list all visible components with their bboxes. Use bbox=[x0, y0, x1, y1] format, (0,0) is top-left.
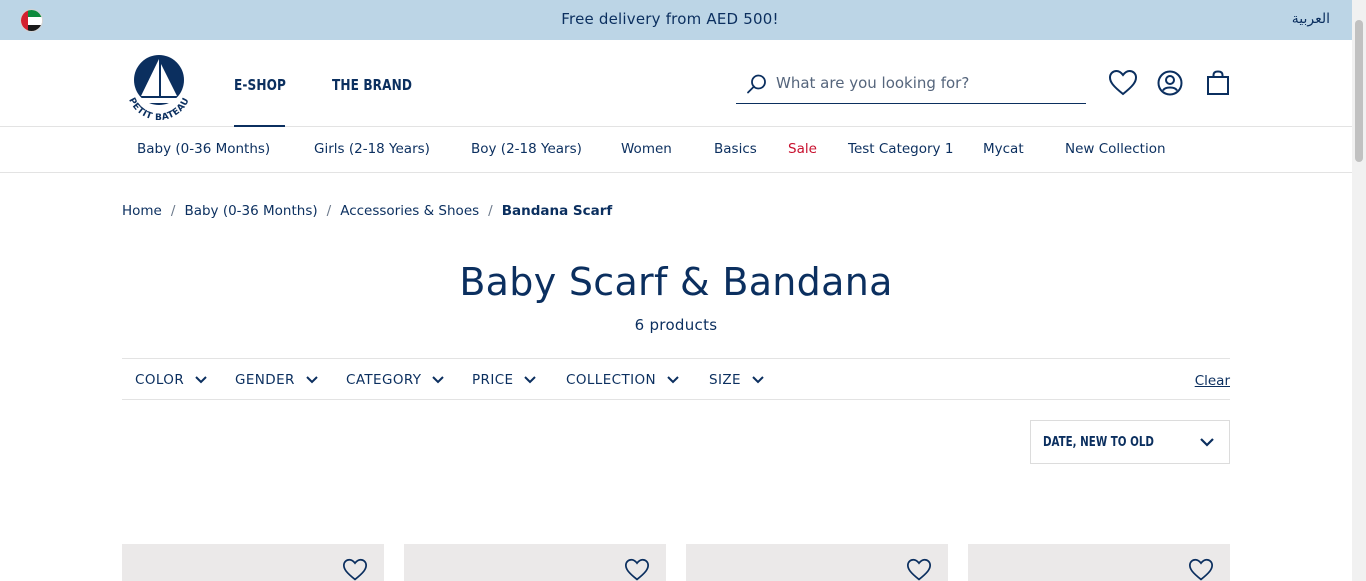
breadcrumb: Home / Baby (0-36 Months) / Accessories & Sh… bbox=[122, 203, 612, 219]
filter-label: GENDER bbox=[235, 372, 295, 388]
chevron-down-icon bbox=[752, 376, 764, 384]
breadcrumb-accessories[interactable]: Accessories & Shoes bbox=[340, 203, 479, 219]
scrollbar-thumb[interactable] bbox=[1355, 20, 1363, 162]
site-header: PETIT BATEAU E-SHOP THE BRAND bbox=[0, 40, 1352, 127]
breadcrumb-baby[interactable]: Baby (0-36 Months) bbox=[184, 203, 317, 219]
sort-label: DATE, NEW TO OLD bbox=[1043, 435, 1154, 450]
category-girls[interactable]: Girls (2-18 Years) bbox=[314, 141, 430, 157]
chevron-down-icon bbox=[524, 376, 537, 384]
filter-label: PRICE bbox=[472, 372, 514, 388]
filter-label: SIZE bbox=[709, 372, 741, 388]
category-nav: Baby (0-36 Months) Girls (2-18 Years) Bo… bbox=[0, 127, 1352, 173]
product-card[interactable] bbox=[968, 544, 1230, 581]
search-input[interactable] bbox=[776, 71, 1076, 95]
bag-icon[interactable] bbox=[1206, 70, 1230, 96]
search-icon[interactable] bbox=[746, 73, 768, 95]
wishlist-heart-icon[interactable] bbox=[906, 558, 932, 581]
sort-dropdown[interactable]: DATE, NEW TO OLD bbox=[1030, 420, 1230, 464]
filter-price[interactable]: PRICE bbox=[472, 372, 537, 388]
product-card[interactable] bbox=[122, 544, 384, 581]
filter-collection[interactable]: COLLECTION bbox=[566, 372, 680, 388]
nav-eshop[interactable]: E-SHOP bbox=[234, 76, 286, 94]
heart-icon[interactable] bbox=[1108, 69, 1138, 97]
product-count: 6 products bbox=[634, 316, 718, 334]
category-mycat[interactable]: Mycat bbox=[983, 141, 1024, 157]
page-title: Baby Scarf & Bandana bbox=[459, 260, 893, 304]
filter-category[interactable]: CATEGORY bbox=[346, 372, 445, 388]
breadcrumb-current: Bandana Scarf bbox=[501, 203, 613, 219]
brand-logo[interactable]: PETIT BATEAU bbox=[121, 50, 197, 123]
clear-filters-link[interactable]: Clear bbox=[1195, 373, 1230, 389]
breadcrumb-home[interactable]: Home bbox=[122, 203, 162, 219]
breadcrumb-separator: / bbox=[170, 203, 176, 219]
chevron-down-icon bbox=[1200, 438, 1214, 447]
breadcrumb-separator: / bbox=[326, 203, 332, 219]
filter-bar: COLOR GENDER CATEGORY PRICE COLLECTION S… bbox=[122, 358, 1230, 400]
filter-label: COLLECTION bbox=[566, 372, 657, 388]
chevron-down-icon bbox=[667, 376, 679, 384]
filter-gender[interactable]: GENDER bbox=[235, 372, 319, 388]
category-sale[interactable]: Sale bbox=[788, 141, 817, 157]
filter-size[interactable]: SIZE bbox=[709, 372, 765, 388]
scrollbar[interactable] bbox=[1352, 0, 1366, 581]
breadcrumb-separator: / bbox=[488, 203, 493, 219]
category-basics[interactable]: Basics bbox=[714, 141, 757, 157]
category-baby[interactable]: Baby (0-36 Months) bbox=[137, 141, 270, 157]
filter-color[interactable]: COLOR bbox=[135, 372, 208, 388]
category-test-category-1[interactable]: Test Category 1 bbox=[848, 141, 953, 157]
nav-the-brand[interactable]: THE BRAND bbox=[332, 76, 412, 94]
category-women[interactable]: Women bbox=[621, 141, 672, 157]
main-nav: E-SHOP THE BRAND bbox=[234, 76, 421, 94]
search-box[interactable] bbox=[736, 62, 1086, 104]
filter-label: COLOR bbox=[135, 372, 185, 388]
promo-bar: Free delivery from AED 500! العربية bbox=[0, 0, 1352, 40]
wishlist-heart-icon[interactable] bbox=[1188, 558, 1214, 581]
user-icon[interactable] bbox=[1157, 70, 1183, 96]
wishlist-heart-icon[interactable] bbox=[342, 558, 368, 581]
filter-label: CATEGORY bbox=[346, 372, 422, 388]
chevron-down-icon bbox=[432, 376, 445, 384]
category-boy[interactable]: Boy (2-18 Years) bbox=[471, 141, 582, 157]
chevron-down-icon bbox=[195, 376, 207, 384]
product-card[interactable] bbox=[404, 544, 666, 581]
product-card[interactable] bbox=[686, 544, 948, 581]
wishlist-heart-icon[interactable] bbox=[624, 558, 650, 581]
chevron-down-icon bbox=[306, 376, 318, 384]
language-switch[interactable]: العربية bbox=[1292, 11, 1330, 27]
promo-text: Free delivery from AED 500! bbox=[561, 10, 779, 28]
category-new-collection[interactable]: New Collection bbox=[1065, 141, 1166, 157]
